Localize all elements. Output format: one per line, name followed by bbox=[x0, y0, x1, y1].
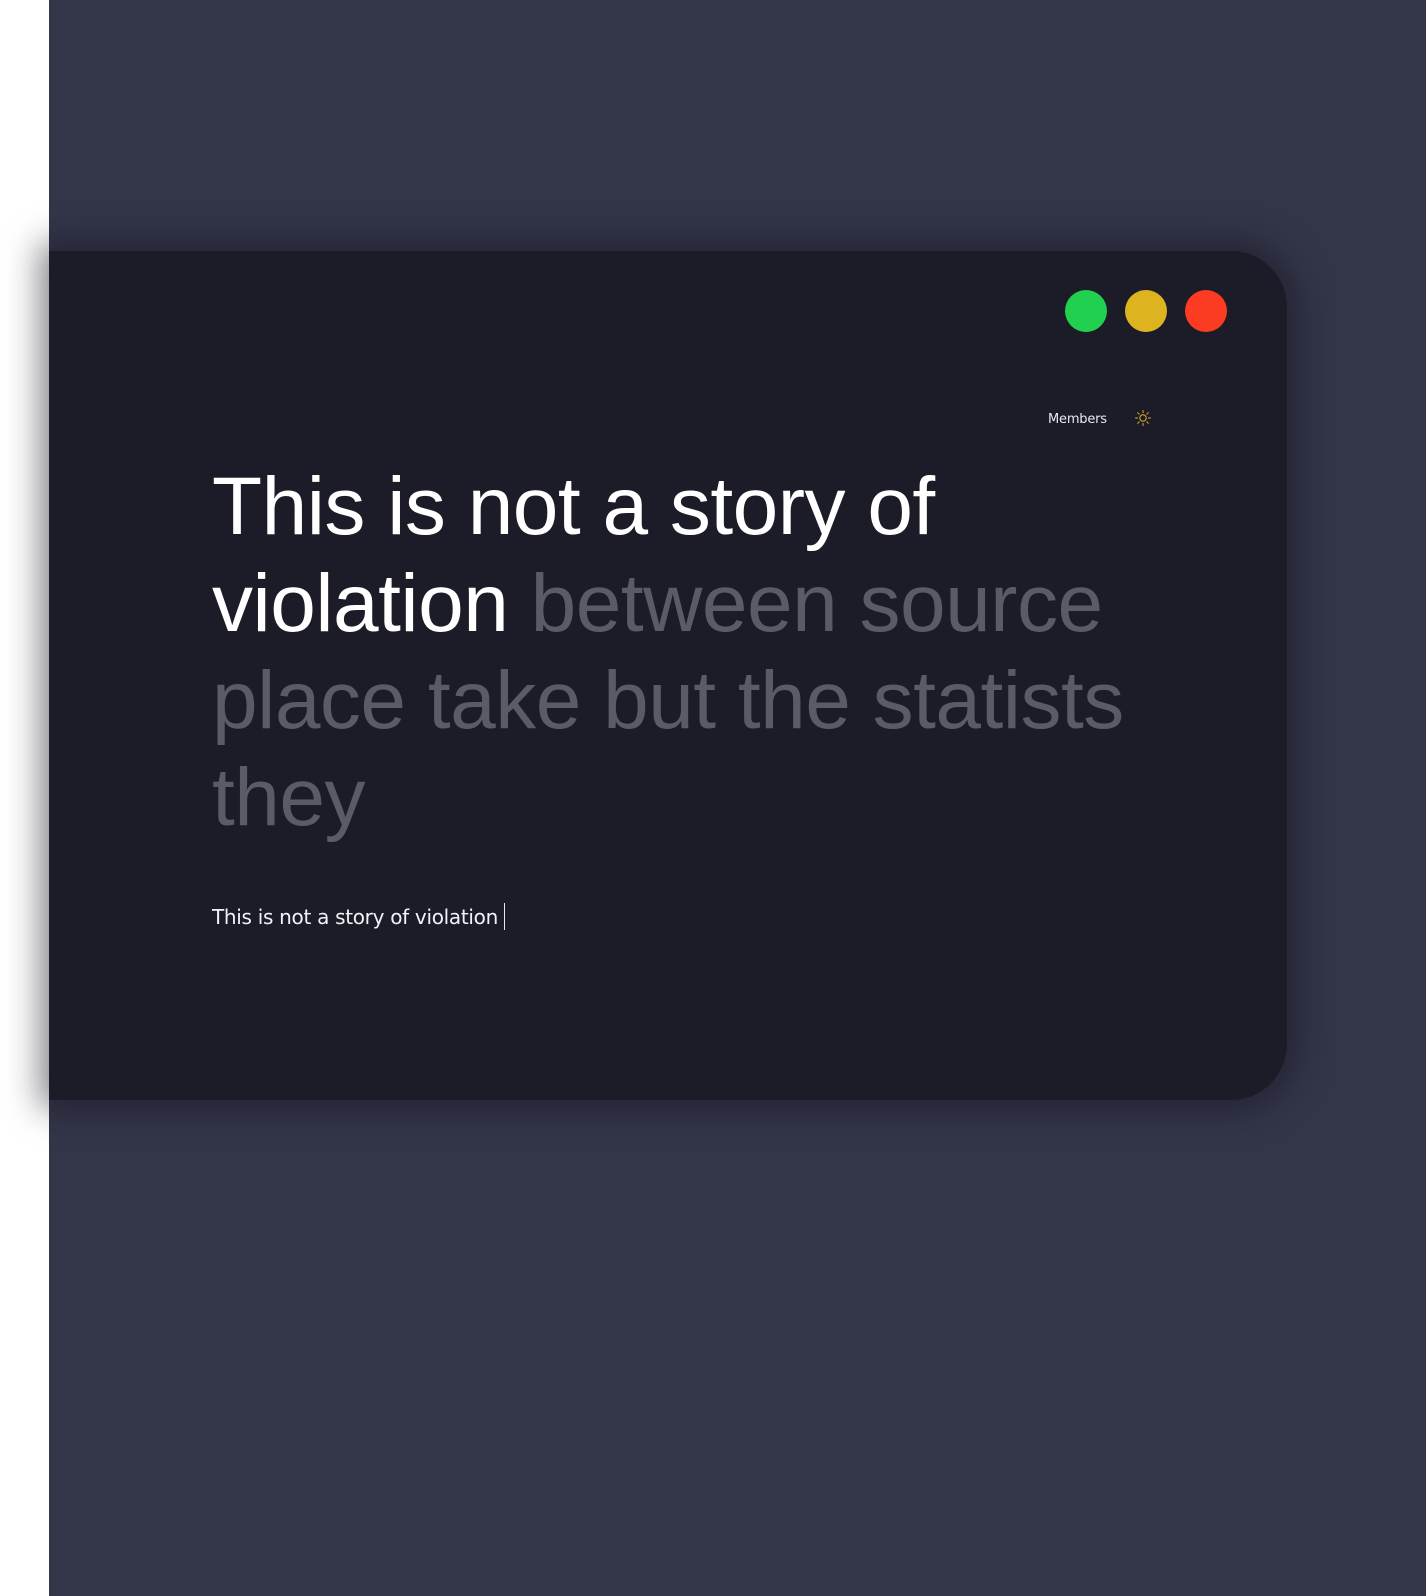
sun-icon[interactable] bbox=[1134, 409, 1152, 427]
typing-input[interactable]: This is not a story of violation bbox=[212, 903, 505, 930]
typing-prompt: This is not a story of violation between… bbox=[212, 458, 1172, 846]
typing-input-value: This is not a story of violation bbox=[212, 904, 498, 929]
window-minimize-button[interactable] bbox=[1125, 290, 1167, 332]
window-maximize-button[interactable] bbox=[1065, 290, 1107, 332]
text-caret bbox=[504, 903, 505, 930]
members-link[interactable]: Members bbox=[1048, 412, 1107, 427]
window-close-button[interactable] bbox=[1185, 290, 1227, 332]
app-window: Members This is not a story of violation… bbox=[49, 251, 1287, 1100]
